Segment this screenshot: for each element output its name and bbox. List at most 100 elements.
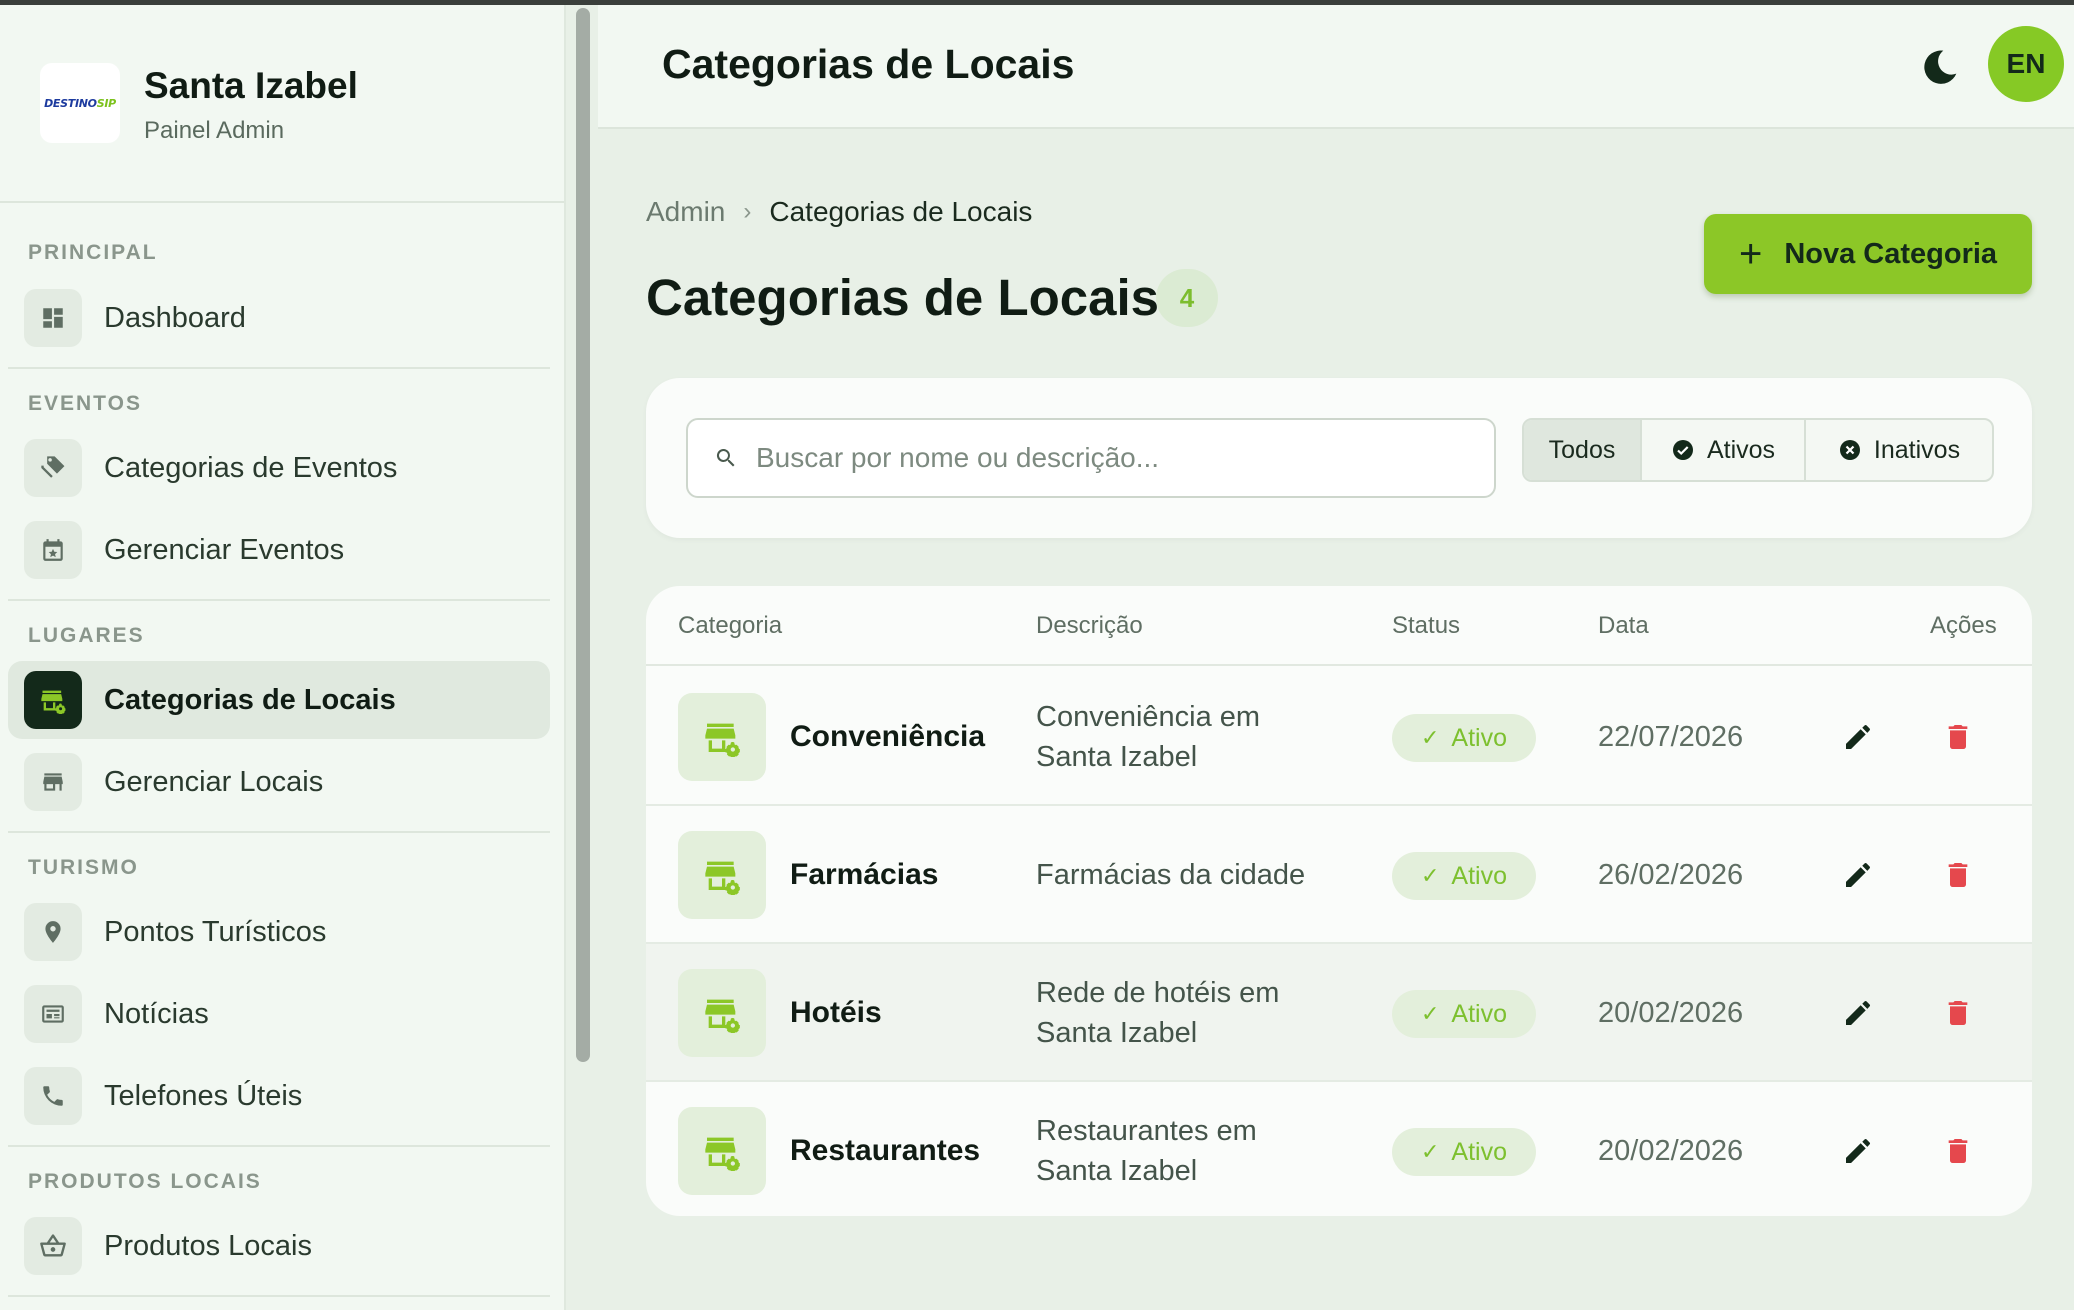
sidebar-item-categorias-eventos[interactable]: Categorias de Eventos bbox=[8, 429, 550, 507]
sidebar-item-label: Categorias de Locais bbox=[104, 683, 396, 716]
divider bbox=[8, 599, 550, 601]
sidebar-item-dashboard[interactable]: Dashboard bbox=[8, 279, 550, 357]
language-toggle[interactable]: EN bbox=[1988, 26, 2064, 102]
trash-icon[interactable] bbox=[1942, 1135, 1974, 1167]
sidebar-item-label: Gerenciar Eventos bbox=[104, 533, 345, 566]
categories-table: Categoria Descrição Status Data Ações Co… bbox=[646, 586, 2032, 1216]
count-badge: 4 bbox=[1156, 269, 1218, 327]
map-pin-icon bbox=[24, 903, 82, 961]
filter-inactive-label: Inativos bbox=[1873, 435, 1961, 464]
category-date: 26/02/2026 bbox=[1598, 858, 1744, 891]
category-name: Restaurantes bbox=[790, 1134, 981, 1167]
column-header-categoria: Categoria bbox=[678, 612, 783, 639]
brand-subtitle: Painel Admin bbox=[144, 117, 285, 144]
status-badge: ✓ Ativo bbox=[1392, 1128, 1536, 1176]
status-label: Ativo bbox=[1451, 723, 1508, 752]
store-settings-icon bbox=[678, 831, 766, 919]
table-row: Restaurantes Restaurantes em Santa Izabel… bbox=[646, 1082, 2032, 1216]
sidebar-item-label: Dashboard bbox=[104, 301, 246, 334]
newspaper-icon bbox=[24, 985, 82, 1043]
category-name: Hotéis bbox=[790, 996, 882, 1029]
sidebar-item-label: Pontos Turísticos bbox=[104, 915, 327, 948]
sidebar-item-telefones-uteis[interactable]: Telefones Úteis bbox=[8, 1057, 550, 1135]
table-row: Farmácias Farmácias da cidade ✓ Ativo 26/02/… bbox=[646, 806, 2032, 944]
trash-icon[interactable] bbox=[1942, 997, 1974, 1029]
pencil-icon[interactable] bbox=[1842, 1135, 1874, 1167]
new-category-label: Nova Categoria bbox=[1784, 237, 1998, 270]
trash-icon[interactable] bbox=[1942, 721, 1974, 753]
store-settings-icon bbox=[678, 693, 766, 781]
brand-logo[interactable]: DESTINOSIP bbox=[40, 63, 120, 143]
sidebar-item-label: Categorias de Eventos bbox=[104, 451, 398, 484]
section-label-produtos-locais: PRODUTOS LOCAIS bbox=[28, 1170, 262, 1193]
divider bbox=[8, 1295, 550, 1297]
category-date: 20/02/2026 bbox=[1598, 1134, 1744, 1167]
sidebar-item-gerenciar-eventos[interactable]: Gerenciar Eventos bbox=[8, 511, 550, 589]
plus-icon: + bbox=[1738, 232, 1763, 276]
sidebar-item-label: Produtos Locais bbox=[104, 1229, 312, 1262]
phone-icon bbox=[24, 1067, 82, 1125]
section-label-turismo: TURISMO bbox=[28, 856, 139, 879]
table-row: Hotéis Rede de hotéis em Santa Izabel ✓ Ati… bbox=[646, 944, 2032, 1082]
pencil-icon[interactable] bbox=[1842, 997, 1874, 1029]
store-settings-icon bbox=[24, 671, 82, 729]
sidebar-item-pontos-turisticos[interactable]: Pontos Turísticos bbox=[8, 893, 550, 971]
filter-active-button[interactable]: Ativos bbox=[1642, 420, 1806, 480]
check-icon: ✓ bbox=[1420, 863, 1440, 888]
search-box[interactable] bbox=[686, 418, 1496, 498]
basket-icon bbox=[24, 1217, 82, 1275]
divider bbox=[8, 1145, 550, 1147]
sidebar: DESTINOSIP Santa Izabel Painel Admin PRI… bbox=[0, 5, 566, 1310]
status-badge: ✓ Ativo bbox=[1392, 852, 1536, 900]
storefront-icon bbox=[24, 753, 82, 811]
status-label: Ativo bbox=[1451, 1137, 1508, 1166]
sidebar-item-noticias[interactable]: Notícias bbox=[8, 975, 550, 1053]
category-date: 22/07/2026 bbox=[1598, 720, 1744, 753]
search-icon bbox=[716, 449, 735, 467]
new-category-button[interactable]: + Nova Categoria bbox=[1704, 214, 2032, 294]
divider bbox=[8, 367, 550, 369]
column-header-status: Status bbox=[1392, 612, 1461, 639]
status-label: Ativo bbox=[1451, 861, 1508, 890]
status-label: Ativo bbox=[1451, 999, 1508, 1028]
section-label-lugares: LUGARES bbox=[28, 624, 145, 647]
section-label-principal: PRINCIPAL bbox=[28, 241, 158, 264]
page-title: Categorias de Locais bbox=[646, 269, 1160, 326]
category-name: Conveniência bbox=[790, 720, 986, 753]
moon-icon[interactable] bbox=[1920, 47, 1960, 87]
x-circle-icon bbox=[1839, 440, 1860, 460]
sidebar-item-label: Telefones Úteis bbox=[104, 1079, 303, 1112]
sidebar-scrollbar[interactable] bbox=[576, 8, 590, 1062]
category-description: Restaurantes em Santa Izabel bbox=[1036, 1115, 1257, 1187]
status-badge: ✓ Ativo bbox=[1392, 714, 1536, 762]
logo-wordmark: DESTINOSIP bbox=[44, 96, 116, 110]
check-icon: ✓ bbox=[1420, 1139, 1440, 1164]
store-settings-icon bbox=[678, 1107, 766, 1195]
category-description: Conveniência em Santa Izabel bbox=[1036, 701, 1261, 773]
status-badge: ✓ Ativo bbox=[1392, 990, 1536, 1038]
pencil-icon[interactable] bbox=[1842, 859, 1874, 891]
status-filter: Todos Ativos Inativos bbox=[1522, 418, 1994, 482]
brand-title: Santa Izabel bbox=[144, 65, 358, 106]
table-row: Conveniência Conveniência em Santa Izabel… bbox=[646, 668, 2032, 806]
breadcrumb-admin[interactable]: Admin bbox=[646, 196, 725, 228]
trash-icon[interactable] bbox=[1942, 859, 1974, 891]
pencil-icon[interactable] bbox=[1842, 721, 1874, 753]
breadcrumb-current: Categorias de Locais bbox=[769, 196, 1033, 227]
store-settings-icon bbox=[678, 969, 766, 1057]
tags-icon bbox=[24, 439, 82, 497]
filter-all-label: Todos bbox=[1548, 435, 1616, 464]
check-icon: ✓ bbox=[1420, 725, 1440, 750]
search-input[interactable] bbox=[756, 442, 1456, 474]
category-name: Farmácias bbox=[790, 858, 939, 891]
filter-card: Todos Ativos Inativos bbox=[646, 378, 2032, 538]
column-header-data: Data bbox=[1598, 612, 1649, 639]
sidebar-item-gerenciar-locais[interactable]: Gerenciar Locais bbox=[8, 743, 550, 821]
sidebar-item-label: Gerenciar Locais bbox=[104, 765, 324, 798]
divider bbox=[8, 831, 550, 833]
breadcrumb: Admin › Categorias de Locais bbox=[646, 196, 1032, 228]
filter-inactive-button[interactable]: Inativos bbox=[1806, 420, 1992, 480]
filter-all-button[interactable]: Todos bbox=[1524, 420, 1642, 480]
sidebar-item-produtos-locais[interactable]: Produtos Locais bbox=[8, 1207, 550, 1285]
sidebar-item-categorias-locais[interactable]: Categorias de Locais bbox=[8, 661, 550, 739]
